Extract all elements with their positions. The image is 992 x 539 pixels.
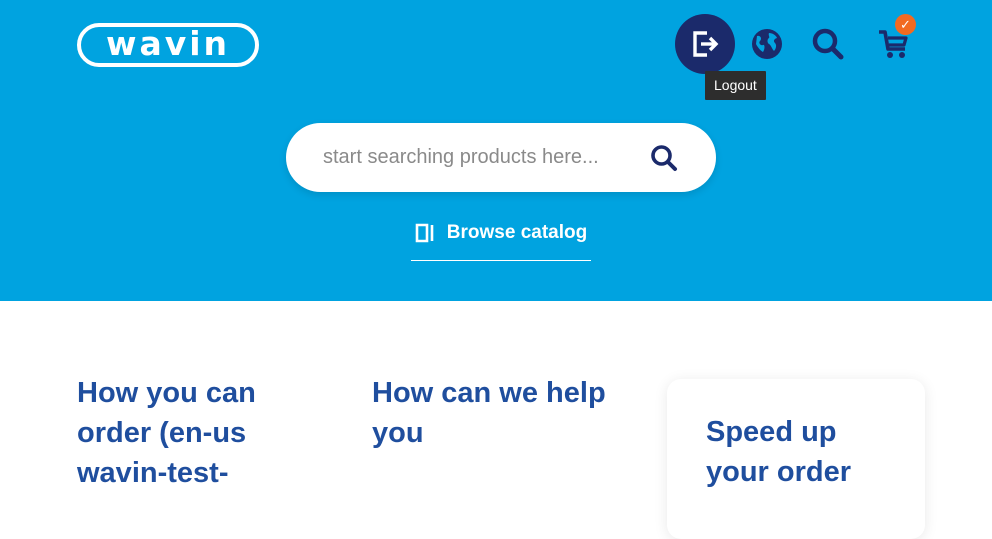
search-icon — [651, 145, 677, 171]
hero-banner: wavin ✓ Logout start searching products … — [0, 0, 992, 301]
globe-icon — [752, 29, 782, 59]
speed-up-order-heading: Speed up your order — [706, 416, 852, 488]
logout-tooltip: Logout — [705, 71, 766, 100]
catalog-icon — [415, 223, 434, 243]
product-search-input[interactable] — [323, 123, 643, 192]
header-search-button[interactable] — [810, 26, 846, 62]
product-search-bar — [286, 123, 716, 192]
logout-button[interactable] — [675, 14, 735, 74]
how-to-order-heading: How you can order (en-us wavin-test- — [77, 377, 256, 489]
browse-catalog-link[interactable]: Browse catalog — [411, 219, 591, 261]
logo-text: wavin — [105, 24, 231, 63]
logout-icon — [693, 31, 719, 57]
product-search-submit[interactable] — [649, 143, 679, 173]
help-heading: How can we help you — [372, 377, 606, 449]
language-button[interactable] — [749, 26, 785, 62]
search-icon — [812, 28, 844, 60]
cart-badge: ✓ — [895, 14, 916, 35]
browse-catalog-label: Browse catalog — [446, 222, 588, 243]
speed-up-order-card: Speed up your order — [667, 379, 925, 539]
wavin-logo[interactable]: wavin — [77, 23, 259, 67]
